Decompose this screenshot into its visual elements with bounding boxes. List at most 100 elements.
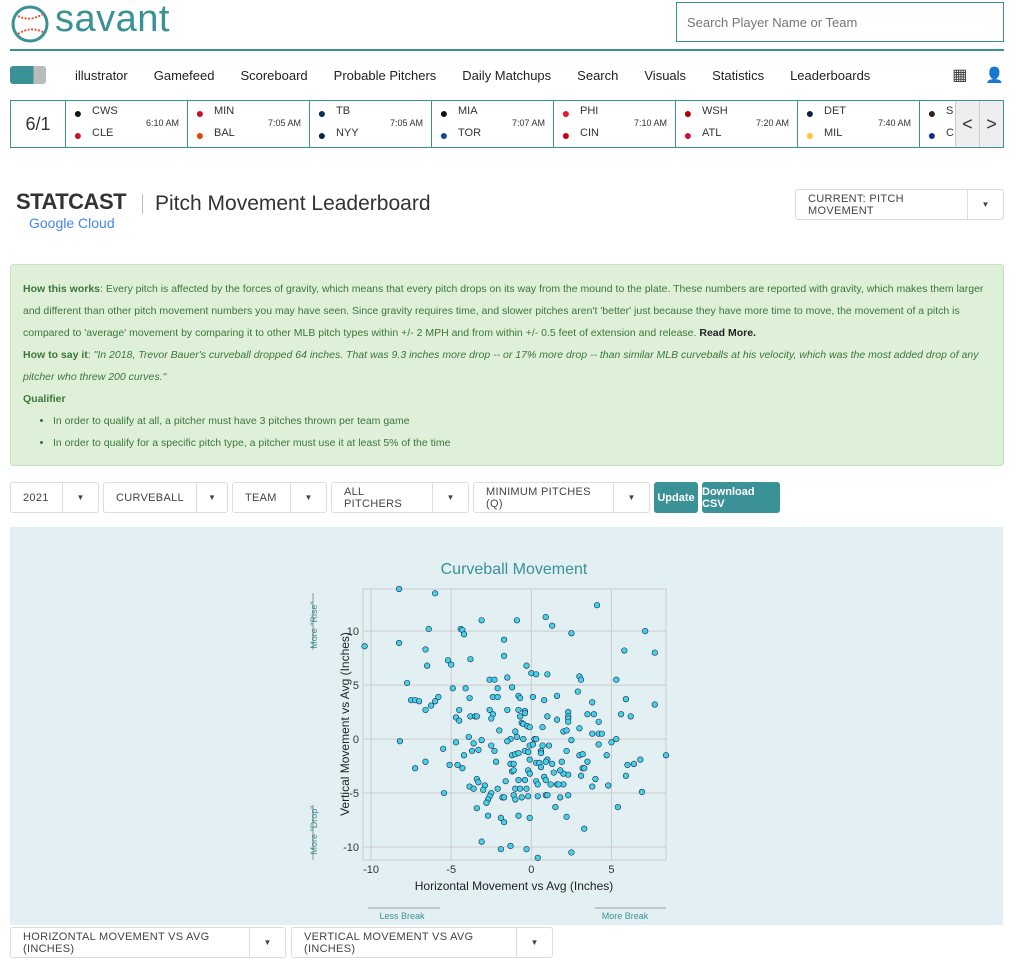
game-card[interactable]: ● WSH ● ATL 7:20 AM	[676, 101, 798, 147]
data-point[interactable]	[435, 693, 442, 701]
data-point[interactable]	[526, 770, 533, 777]
data-point[interactable]	[627, 713, 634, 720]
data-point[interactable]	[491, 747, 498, 755]
data-point[interactable]	[488, 742, 495, 749]
data-point[interactable]	[526, 814, 533, 821]
data-point[interactable]	[467, 656, 474, 663]
game-card[interactable]: ● DET ● MIL 7:40 AM	[798, 101, 920, 147]
user-icon[interactable]: 👤	[985, 66, 1004, 84]
data-point[interactable]	[452, 739, 460, 746]
data-point[interactable]	[545, 742, 553, 749]
data-point[interactable]	[517, 713, 524, 720]
game-card[interactable]: ● MIA ● TOR 7:07 AM	[432, 101, 554, 147]
data-point[interactable]	[622, 772, 630, 779]
data-point[interactable]	[515, 750, 522, 757]
scoreboard-next-button[interactable]: >	[979, 101, 1003, 147]
data-point[interactable]	[555, 781, 562, 788]
data-point[interactable]	[478, 617, 485, 624]
read-more-link[interactable]: Read More.	[699, 327, 756, 339]
data-point[interactable]	[502, 778, 509, 785]
game-card[interactable]: ● CWS ● CLE 6:10 AM	[66, 101, 188, 147]
data-point[interactable]	[577, 676, 585, 683]
data-point[interactable]	[484, 812, 492, 819]
data-point[interactable]	[529, 741, 537, 748]
data-point[interactable]	[504, 706, 511, 714]
data-point[interactable]	[603, 752, 610, 759]
data-point[interactable]	[500, 636, 508, 643]
savant-logo[interactable]	[10, 4, 50, 44]
data-point[interactable]	[557, 794, 564, 801]
nav-probable-pitchers[interactable]: Probable Pitchers	[334, 68, 437, 83]
data-point[interactable]	[651, 701, 658, 708]
apps-grid-icon[interactable]: ▦	[952, 65, 967, 85]
data-point[interactable]	[589, 730, 596, 737]
data-point[interactable]	[500, 794, 508, 801]
data-point[interactable]	[428, 702, 435, 709]
data-point[interactable]	[614, 803, 622, 811]
search-input[interactable]	[676, 2, 1004, 42]
data-point[interactable]	[541, 697, 548, 704]
data-point[interactable]	[488, 715, 495, 722]
data-point[interactable]	[525, 748, 532, 756]
data-point[interactable]	[515, 812, 522, 819]
data-point[interactable]	[553, 716, 561, 723]
data-point[interactable]	[395, 639, 403, 647]
data-point[interactable]	[454, 761, 461, 769]
data-point[interactable]	[542, 777, 549, 784]
data-point[interactable]	[624, 761, 631, 769]
data-point[interactable]	[534, 793, 541, 800]
data-point[interactable]	[584, 711, 591, 718]
data-point[interactable]	[361, 643, 368, 650]
data-point[interactable]	[595, 741, 602, 748]
game-card[interactable]: ● TB ● NYY 7:05 AM	[310, 101, 432, 147]
game-card[interactable]: ● MIN ● BAL 7:05 AM	[188, 101, 310, 147]
data-point[interactable]	[422, 706, 429, 714]
data-point[interactable]	[534, 854, 541, 861]
data-point[interactable]	[563, 747, 570, 755]
data-point[interactable]	[466, 694, 473, 702]
data-point[interactable]	[504, 674, 511, 681]
data-point[interactable]	[534, 781, 541, 788]
y-axis-select[interactable]: VERTICAL MOVEMENT VS AVG (INCHES) ▼	[291, 927, 553, 958]
data-point[interactable]	[403, 679, 411, 687]
nav-scoreboard[interactable]: Scoreboard	[240, 68, 307, 83]
nav-search[interactable]: Search	[577, 68, 618, 83]
data-point[interactable]	[515, 777, 522, 784]
data-point[interactable]	[565, 792, 572, 799]
data-point[interactable]	[621, 647, 628, 654]
data-point[interactable]	[491, 676, 498, 683]
data-point[interactable]	[581, 765, 588, 772]
data-point[interactable]	[638, 788, 646, 796]
data-point[interactable]	[475, 746, 482, 753]
update-button[interactable]: Update	[654, 482, 698, 513]
data-point[interactable]	[460, 631, 468, 638]
data-point[interactable]	[494, 785, 501, 792]
data-point[interactable]	[483, 799, 490, 806]
data-point[interactable]	[630, 760, 638, 768]
data-point[interactable]	[459, 765, 466, 772]
data-point[interactable]	[542, 758, 549, 765]
data-point[interactable]	[473, 713, 480, 720]
data-point[interactable]	[480, 786, 487, 793]
mlb-logo[interactable]	[10, 66, 46, 84]
data-point[interactable]	[425, 625, 432, 633]
data-point[interactable]	[579, 751, 586, 758]
scoreboard-prev-button[interactable]: <	[955, 101, 979, 147]
data-point[interactable]	[618, 711, 625, 718]
pitch-type-select[interactable]: CURVEBALL ▼	[103, 482, 228, 513]
data-point[interactable]	[395, 585, 403, 593]
data-point[interactable]	[605, 782, 612, 789]
game-card[interactable]: ● PHI ● CIN 7:10 AM	[554, 101, 676, 147]
data-point[interactable]	[412, 765, 419, 772]
data-point[interactable]	[537, 764, 545, 771]
data-point[interactable]	[520, 735, 527, 743]
data-point[interactable]	[533, 671, 540, 678]
nav-statistics[interactable]: Statistics	[712, 68, 764, 83]
minimum-select[interactable]: MINIMUM PITCHES (Q) ▼	[473, 482, 650, 513]
data-point[interactable]	[492, 758, 500, 765]
download-csv-button[interactable]: Download CSV	[702, 482, 780, 513]
data-point[interactable]	[478, 838, 485, 845]
data-point[interactable]	[494, 685, 501, 692]
data-point[interactable]	[440, 789, 448, 797]
data-point[interactable]	[589, 699, 596, 706]
